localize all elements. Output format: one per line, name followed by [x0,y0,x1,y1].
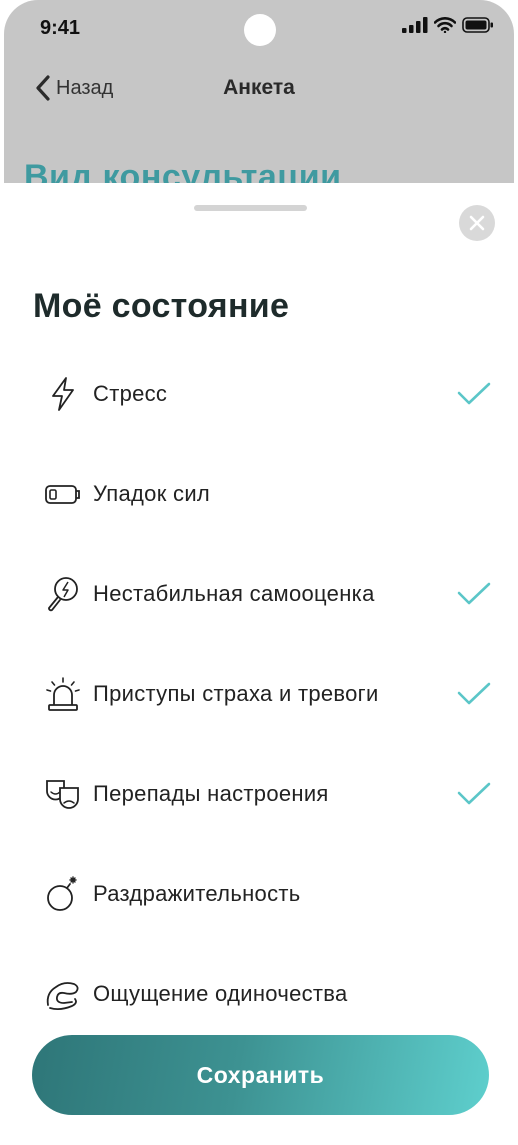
option-label: Упадок сил [93,481,211,506]
sheet-grabber[interactable] [194,205,307,211]
low-battery-icon [45,485,80,504]
option-label: Стресс [93,381,168,406]
option-label: Перепады настроения [93,781,329,806]
check-icon [457,582,491,605]
navigation-bar: Назад Анкета [4,66,514,110]
wifi-icon [434,17,456,33]
check-icon [457,382,491,405]
option-stress[interactable]: Стресс [0,343,518,443]
close-button[interactable] [459,205,495,241]
nav-title: Анкета [223,76,295,99]
status-bar: 9:41 [4,0,514,56]
option-fatigue[interactable]: Упадок сил [0,443,518,543]
status-time: 9:41 [40,17,81,39]
save-button[interactable]: Сохранить [32,1035,489,1115]
option-loneliness[interactable]: Ощущение одиночества [0,943,518,1043]
status-icons [402,17,494,33]
phone-screen: 9:41 Назад Анкета Вид консультации Моё с… [0,0,518,1145]
option-self-esteem[interactable]: Нестабильная самооценка [0,543,518,643]
close-icon [469,215,485,231]
bomb-icon [47,876,77,911]
check-icon [457,782,491,805]
option-label: Приступы страха и тревоги [93,681,379,706]
cellular-signal-icon [402,17,428,33]
alarm-siren-icon [46,677,80,711]
check-icon [457,682,491,705]
option-label: Раздражительность [93,881,301,906]
hugging-hands-icon [46,982,79,1011]
option-label: Ощущение одиночества [93,981,348,1006]
bottom-sheet: Моё состояние Стресс Упадок сил Нестабил… [0,183,518,1145]
sheet-title: Моё состояние [33,287,290,325]
option-mood-swings[interactable]: Перепады настроения [0,743,518,843]
lightning-icon [52,377,74,411]
theater-masks-icon [46,780,79,809]
background-screen: 9:41 Назад Анкета Вид консультации [4,0,514,200]
option-label: Нестабильная самооценка [93,581,375,606]
option-irritability[interactable]: Раздражительность [0,843,518,943]
mirror-icon [48,577,78,612]
battery-icon [462,17,493,33]
option-panic-anxiety[interactable]: Приступы страха и тревоги [0,643,518,743]
camera-cutout [244,14,276,46]
